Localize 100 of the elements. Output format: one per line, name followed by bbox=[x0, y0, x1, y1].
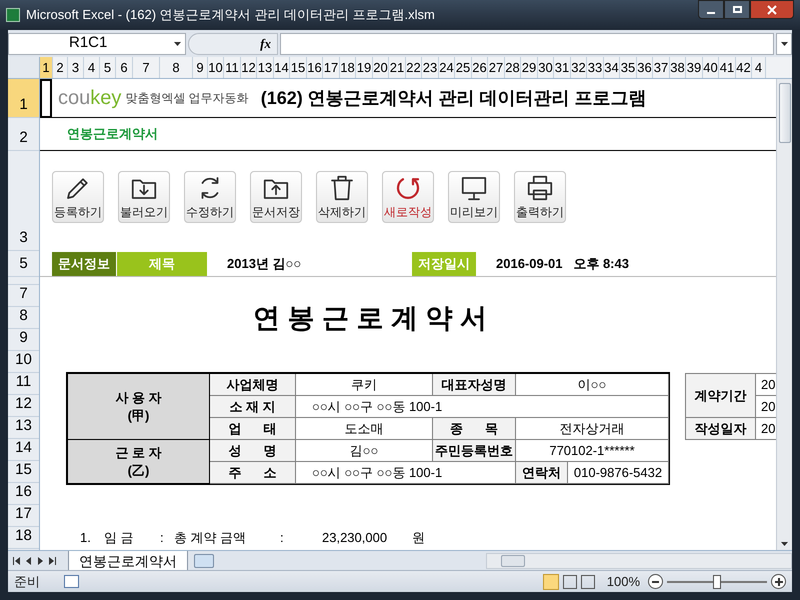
column-header[interactable]: 4 bbox=[752, 57, 766, 78]
party-heading: 근 로 자 (乙) bbox=[68, 440, 210, 484]
column-header[interactable]: 38 bbox=[670, 57, 686, 78]
column-header[interactable]: 16 bbox=[307, 57, 323, 78]
column-header[interactable]: 18 bbox=[340, 57, 356, 78]
formula-input[interactable] bbox=[280, 32, 774, 54]
row-header[interactable]: 10 bbox=[8, 351, 39, 373]
toolbar-button[interactable]: 미리보기 bbox=[448, 171, 500, 223]
column-header[interactable]: 13 bbox=[257, 57, 274, 78]
column-header[interactable]: 36 bbox=[637, 57, 653, 78]
zoom-out-button[interactable] bbox=[648, 574, 663, 589]
column-header[interactable]: 7 bbox=[133, 57, 160, 78]
name-box[interactable]: R1C1 bbox=[8, 32, 186, 54]
sheet-subtitle: 연봉근로계약서 bbox=[67, 125, 158, 144]
brand-logo-text: key bbox=[90, 86, 122, 111]
new-sheet-icon[interactable] bbox=[194, 554, 214, 568]
column-header[interactable]: 33 bbox=[587, 57, 604, 78]
column-header[interactable]: 3 bbox=[68, 57, 84, 78]
column-header[interactable]: 26 bbox=[472, 57, 488, 78]
column-header[interactable]: 27 bbox=[488, 57, 505, 78]
column-header[interactable]: 8 bbox=[160, 57, 193, 78]
row-header[interactable]: 2 bbox=[8, 118, 39, 151]
expand-button[interactable] bbox=[776, 32, 792, 54]
column-header[interactable]: 12 bbox=[241, 57, 257, 78]
column-header[interactable]: 4 bbox=[84, 57, 100, 78]
macro-record-icon[interactable] bbox=[64, 575, 79, 588]
row-header[interactable]: 1 bbox=[8, 79, 39, 118]
toolbar-button[interactable]: 출력하기 bbox=[514, 171, 566, 223]
row-header[interactable]: 15 bbox=[8, 461, 39, 483]
zoom-percentage[interactable]: 100% bbox=[606, 572, 640, 592]
column-header[interactable]: 15 bbox=[290, 57, 307, 78]
row-header[interactable]: 3 bbox=[8, 151, 39, 251]
row-header[interactable]: 9 bbox=[8, 329, 39, 351]
column-header[interactable]: 35 bbox=[620, 57, 637, 78]
column-header[interactable]: 30 bbox=[538, 57, 554, 78]
column-header[interactable]: 42 bbox=[736, 57, 752, 78]
column-header[interactable]: 21 bbox=[389, 57, 406, 78]
column-header[interactable]: 1 bbox=[40, 57, 53, 78]
zoom-in-button[interactable] bbox=[771, 574, 786, 589]
toolbar-button[interactable]: 수정하기 bbox=[184, 171, 236, 223]
maximize-button[interactable] bbox=[724, 0, 750, 19]
scrollbar-thumb[interactable] bbox=[778, 83, 790, 143]
page-break-icon[interactable] bbox=[580, 574, 595, 588]
toolbar-button[interactable]: 삭제하기 bbox=[316, 171, 368, 223]
column-header[interactable]: 6 bbox=[116, 57, 133, 78]
column-header[interactable]: 19 bbox=[356, 57, 373, 78]
column-header[interactable]: 37 bbox=[653, 57, 670, 78]
column-header[interactable]: 40 bbox=[703, 57, 719, 78]
column-header[interactable]: 34 bbox=[604, 57, 620, 78]
row-header[interactable]: 18 bbox=[8, 527, 39, 549]
vertical-scrollbar[interactable] bbox=[776, 79, 792, 550]
row-header[interactable]: 5 bbox=[8, 251, 39, 277]
brand-tagline: 맞춤형엑셀 업무자동화 bbox=[125, 90, 249, 107]
toolbar-button[interactable]: 불러오기 bbox=[118, 171, 170, 223]
zoom-slider-thumb[interactable] bbox=[713, 574, 721, 588]
column-header[interactable]: 39 bbox=[686, 57, 703, 78]
column-header[interactable]: 2 bbox=[53, 57, 68, 78]
program-title: (162) 연봉근로계약서 관리 데이터관리 프로그램 bbox=[260, 86, 647, 110]
minimize-button[interactable] bbox=[698, 0, 724, 19]
column-header[interactable]: 17 bbox=[323, 57, 340, 78]
column-header[interactable]: 31 bbox=[554, 57, 571, 78]
printer-icon bbox=[525, 173, 555, 203]
column-header[interactable]: 23 bbox=[422, 57, 439, 78]
column-header[interactable]: 11 bbox=[224, 57, 241, 78]
column-header[interactable]: 24 bbox=[439, 57, 455, 78]
close-button[interactable] bbox=[750, 0, 794, 19]
horizontal-scrollbar[interactable] bbox=[486, 552, 792, 568]
toolbar-button[interactable]: 문서저장 bbox=[250, 171, 302, 223]
column-header[interactable]: 14 bbox=[274, 57, 290, 78]
saved-value: 2016-09-01 오후 8:43 bbox=[496, 254, 629, 273]
row-header[interactable]: 14 bbox=[8, 439, 39, 461]
column-header[interactable]: 22 bbox=[406, 57, 422, 78]
selected-cell[interactable] bbox=[40, 79, 52, 118]
column-header[interactable]: 32 bbox=[571, 57, 587, 78]
field-label: 계약기간 bbox=[686, 374, 756, 418]
scroll-down-icon[interactable] bbox=[781, 542, 788, 546]
row-header[interactable]: 7 bbox=[8, 285, 39, 307]
zoom-slider-track[interactable] bbox=[667, 574, 767, 588]
clause-colon: : bbox=[160, 529, 165, 548]
toolbar-button[interactable]: 새로작성 bbox=[382, 171, 434, 223]
column-header[interactable]: 5 bbox=[100, 57, 116, 78]
column-header[interactable]: 9 bbox=[193, 57, 208, 78]
row-header[interactable]: 8 bbox=[8, 307, 39, 329]
row-header[interactable]: 13 bbox=[8, 417, 39, 439]
clause-item: 총 계약 금액 bbox=[174, 529, 248, 548]
page-layout-icon[interactable] bbox=[562, 574, 577, 588]
toolbar-button[interactable]: 등록하기 bbox=[52, 171, 104, 223]
column-header[interactable]: 10 bbox=[208, 57, 224, 78]
row-header[interactable]: 17 bbox=[8, 505, 39, 527]
row-header[interactable]: 12 bbox=[8, 395, 39, 417]
function-label[interactable]: fx bbox=[260, 34, 271, 54]
sheet-tab[interactable]: 연봉근로계약서 bbox=[68, 550, 188, 570]
column-header[interactable]: 20 bbox=[373, 57, 389, 78]
row-header[interactable]: 16 bbox=[8, 483, 39, 505]
document-heading: 연 봉 근 로 계 약 서 bbox=[252, 302, 487, 335]
column-header[interactable]: 25 bbox=[455, 57, 472, 78]
row-header[interactable]: 11 bbox=[8, 373, 39, 395]
column-header[interactable]: 28 bbox=[505, 57, 521, 78]
column-header[interactable]: 41 bbox=[719, 57, 736, 78]
column-header[interactable]: 29 bbox=[521, 57, 538, 78]
